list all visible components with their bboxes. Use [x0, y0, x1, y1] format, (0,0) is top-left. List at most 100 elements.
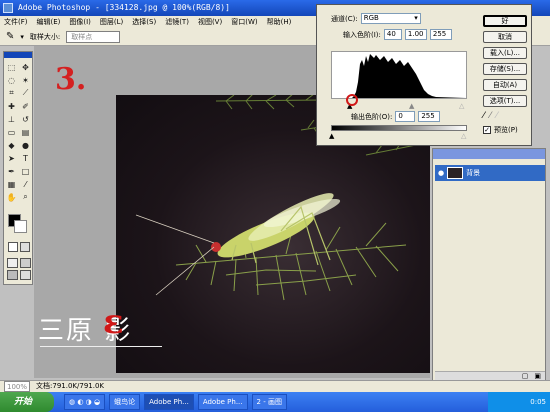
cancel-button[interactable]: 取消	[483, 31, 527, 43]
white-point-slider-icon[interactable]: △	[459, 102, 464, 110]
background-color-swatch[interactable]	[14, 220, 27, 233]
channel-select[interactable]: RGB ▾	[360, 13, 421, 24]
window-title: Adobe Photoshop - [334128.jpg @ 100%(RGB…	[18, 3, 230, 12]
levels-dialog: 通道(C): RGB ▾ 输入色阶(I): 40 1.00 255 ▲ ▲ △ …	[316, 4, 532, 146]
output-levels-label: 输出色阶(O):	[351, 112, 393, 121]
gradient-tool-icon[interactable]: ▤	[19, 126, 32, 138]
screen-mode-black-icon[interactable]	[7, 270, 18, 280]
windows-taskbar: 开始 ◍ ◐ ◑ ◒ 蛾鸟论 Adobe Ph... Adobe Ph... 2…	[0, 392, 550, 412]
chevron-down-icon: ▾	[414, 14, 418, 22]
auto-button[interactable]: 自动(A)	[483, 79, 527, 91]
eye-icon[interactable]: ●	[438, 169, 444, 177]
output-slider-track[interactable]: ▲ △	[329, 132, 467, 140]
magic-wand-tool-icon[interactable]: ✶	[19, 74, 32, 86]
eyedropper-icon[interactable]: ⁄	[19, 178, 32, 190]
healing-brush-tool-icon[interactable]: ✚	[5, 100, 18, 112]
clone-stamp-tool-icon[interactable]: ⊥	[5, 113, 18, 125]
tool-grid: ⬚ ✥ ◌ ✶ ⌗ ⟋ ✚ ✐ ⊥ ↺ ▭ ▤ ◆ ● ➤ T ✒ □ ▦ ⁄ …	[4, 58, 32, 206]
standard-mode-icon[interactable]	[8, 242, 18, 252]
menu-view[interactable]: 视图(V)	[198, 16, 222, 28]
hand-tool-icon[interactable]: ✋	[5, 191, 18, 203]
eyedropper-group: ⁄ ⁄ ⁄	[483, 111, 498, 121]
menu-image[interactable]: 图像(I)	[69, 16, 91, 28]
brush-tool-icon[interactable]: ✐	[19, 100, 32, 112]
screen-mode-full-icon[interactable]	[20, 258, 31, 268]
save-button[interactable]: 存储(S)...	[483, 63, 527, 75]
jump-to-imageready-icon[interactable]	[20, 270, 31, 280]
zoom-tool-icon[interactable]: ⌕	[19, 191, 32, 203]
menu-select[interactable]: 选择(S)	[132, 16, 156, 28]
histogram	[331, 51, 467, 99]
path-select-tool-icon[interactable]: ➤	[5, 152, 18, 164]
sample-size-label: 取样大小:	[29, 32, 61, 41]
output-levels-row: 输出色阶(O): 0 255	[351, 111, 441, 122]
input-black-field[interactable]: 40	[383, 29, 402, 40]
quicklaunch-icons[interactable]: ◍ ◐ ◑ ◒	[64, 394, 106, 410]
preview-checkbox[interactable]: ✓	[483, 126, 491, 134]
highlight-circle	[346, 94, 358, 106]
layer-row[interactable]: ● 背景	[435, 165, 545, 181]
menu-window[interactable]: 窗口(W)	[231, 16, 257, 28]
ok-button[interactable]: 好	[483, 15, 527, 27]
output-white-field[interactable]: 255	[418, 111, 441, 122]
taskbar-item-1[interactable]: 蛾鸟论	[109, 394, 141, 410]
menu-help[interactable]: 帮助(H)	[267, 16, 292, 28]
input-gamma-field[interactable]: 1.00	[404, 29, 427, 40]
eraser-tool-icon[interactable]: ▭	[5, 126, 18, 138]
black-eyedropper-icon[interactable]: ⁄	[483, 111, 485, 121]
output-gradient-bar	[331, 125, 467, 131]
load-button[interactable]: 载入(L)...	[483, 47, 527, 59]
slice-tool-icon[interactable]: ⟋	[19, 87, 32, 99]
clock[interactable]: 0:05	[530, 398, 546, 406]
pen-tool-icon[interactable]: ✒	[5, 165, 18, 177]
move-tool-icon[interactable]: ✥	[19, 61, 32, 73]
toolbox: ⬚ ✥ ◌ ✶ ⌗ ⟋ ✚ ✐ ⊥ ↺ ▭ ▤ ◆ ● ➤ T ✒ □ ▦ ⁄ …	[3, 51, 33, 285]
screen-mode-standard-icon[interactable]	[7, 258, 18, 268]
channel-label: 通道(C):	[331, 14, 358, 23]
menu-file[interactable]: 文件(F)	[4, 16, 28, 28]
layer-name: 背景	[466, 169, 481, 177]
taskbar-item-4[interactable]: 2 - 画图	[251, 394, 287, 410]
preview-row: ✓ 预览(P)	[483, 125, 518, 135]
quickmask-mode-icon[interactable]	[20, 242, 30, 252]
taskbar-item-3[interactable]: Adobe Ph...	[197, 394, 248, 410]
output-black-slider-icon[interactable]: ▲	[329, 132, 334, 140]
status-bar: 100% 文档:791.0K/791.0K	[0, 380, 550, 392]
dodge-tool-icon[interactable]: ●	[19, 139, 32, 151]
shape-tool-icon[interactable]: □	[19, 165, 32, 177]
screen-mode-buttons	[7, 258, 31, 280]
taskbar-item-2[interactable]: Adobe Ph...	[144, 394, 194, 410]
channel-value: RGB	[363, 14, 379, 22]
options-button[interactable]: 选项(T)...	[483, 95, 527, 107]
lasso-tool-icon[interactable]: ◌	[5, 74, 18, 86]
menu-layer[interactable]: 图层(L)	[100, 16, 123, 28]
mask-mode-buttons	[8, 242, 30, 252]
layers-palette-title-bar[interactable]	[433, 149, 545, 159]
menu-filter[interactable]: 滤镜(T)	[165, 16, 189, 28]
type-tool-icon[interactable]: T	[19, 152, 32, 164]
zoom-field[interactable]: 100%	[4, 381, 31, 392]
menu-edit[interactable]: 编辑(E)	[37, 16, 61, 28]
input-levels-label: 输入色阶(I):	[343, 30, 381, 39]
sample-size-select[interactable]: 取样点	[66, 30, 121, 43]
history-brush-tool-icon[interactable]: ↺	[19, 113, 32, 125]
output-black-field[interactable]: 0	[395, 111, 416, 122]
notes-tool-icon[interactable]: ▦	[5, 178, 18, 190]
chevron-down-icon[interactable]: ▾	[20, 33, 24, 41]
crop-tool-icon[interactable]: ⌗	[5, 87, 18, 99]
start-button[interactable]: 开始	[0, 392, 54, 412]
marquee-tool-icon[interactable]: ⬚	[5, 61, 18, 73]
watermark-underline	[40, 346, 162, 347]
output-white-slider-icon[interactable]: △	[461, 132, 466, 140]
system-tray: 0:05	[488, 392, 550, 412]
input-levels-row: 输入色阶(I): 40 1.00 255	[343, 29, 452, 40]
histogram-graph	[332, 54, 466, 98]
input-white-field[interactable]: 255	[429, 29, 452, 40]
blur-tool-icon[interactable]: ◆	[5, 139, 18, 151]
gray-eyedropper-icon[interactable]: ⁄	[490, 111, 492, 121]
layers-palette: ● 背景 ▢ ▣	[432, 148, 546, 384]
gamma-slider-icon[interactable]: ▲	[409, 102, 414, 110]
white-eyedropper-icon[interactable]: ⁄	[496, 111, 498, 121]
eyedropper-tool-icon[interactable]: ✎	[6, 31, 14, 42]
photoshop-app-icon	[3, 3, 13, 13]
